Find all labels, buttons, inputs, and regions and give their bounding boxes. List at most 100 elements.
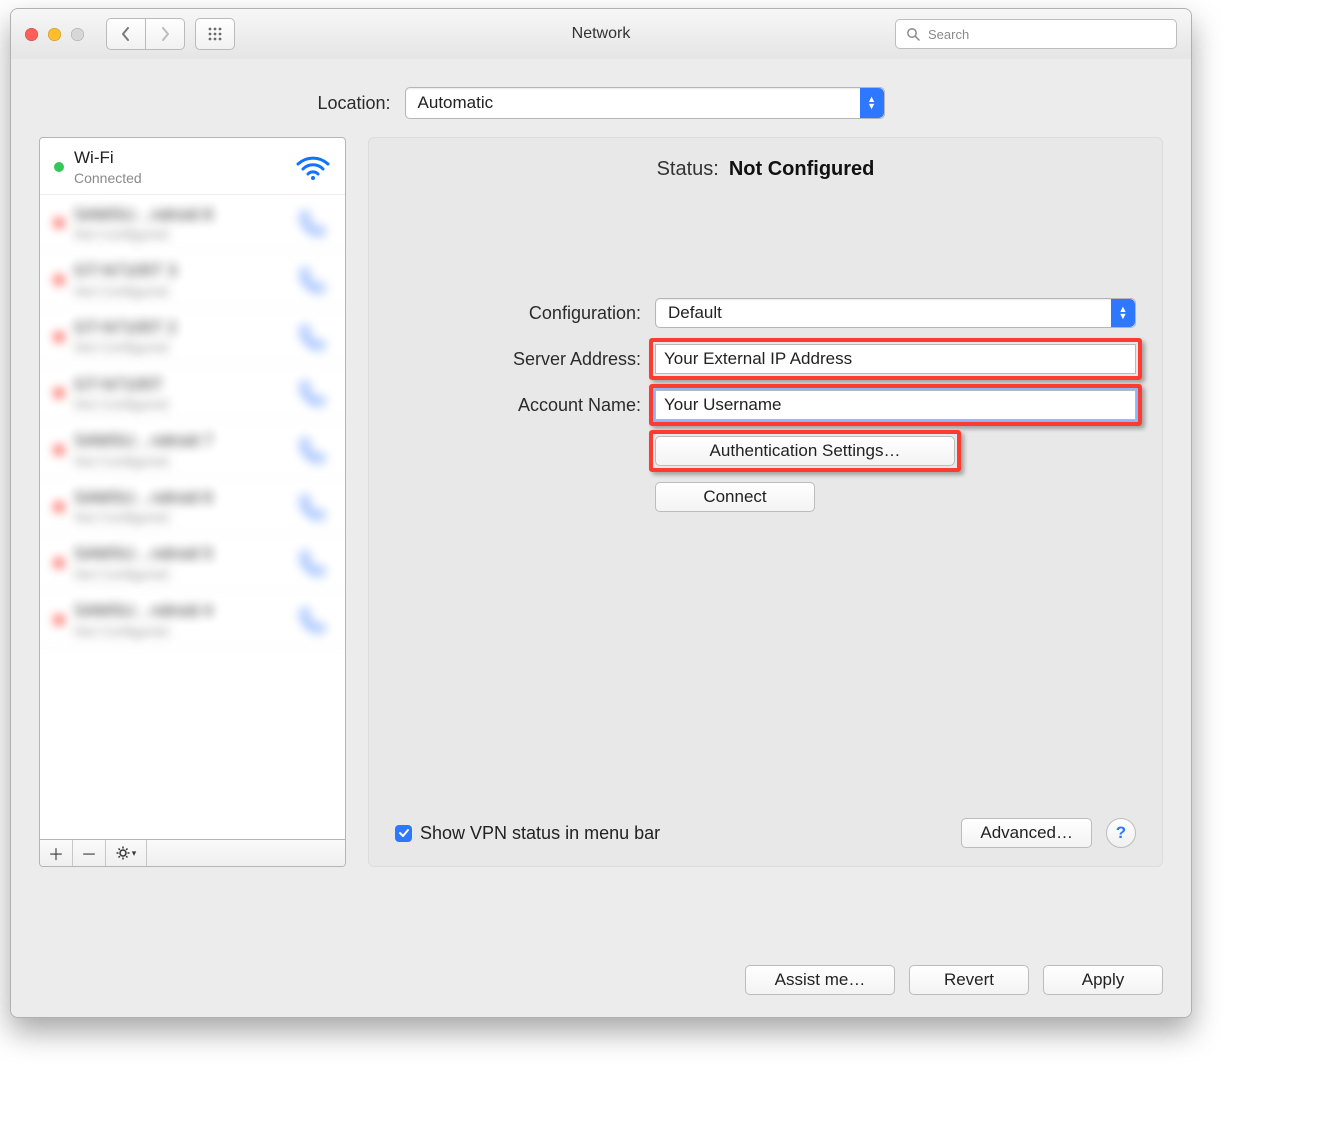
select-stepper-icon: ▲▼ — [860, 88, 884, 118]
chevron-right-icon — [160, 27, 170, 41]
account-name-label: Account Name: — [395, 395, 655, 416]
location-label: Location: — [317, 93, 390, 114]
configuration-label: Configuration: — [395, 303, 655, 324]
status-dot-icon — [54, 445, 64, 455]
phone-icon — [299, 436, 327, 464]
interface-list[interactable]: Wi-Fi Connected — [40, 138, 345, 839]
window-controls — [25, 28, 84, 41]
select-stepper-icon: ▲▼ — [1111, 299, 1135, 327]
wifi-icon — [296, 154, 330, 180]
zoom-window-button[interactable] — [71, 28, 84, 41]
sidebar-item-status: Not Configured — [74, 623, 283, 639]
status-dot-icon — [54, 502, 64, 512]
location-row: Location: Automatic ▲▼ — [39, 77, 1163, 129]
status-dot-icon — [54, 558, 64, 568]
advanced-button[interactable]: Advanced… — [961, 818, 1092, 848]
phone-icon — [299, 493, 327, 521]
configuration-value: Default — [668, 303, 722, 323]
sidebar-item-name: SAMSU…ndroid 7 — [74, 431, 283, 451]
assist-me-button[interactable]: Assist me… — [745, 965, 895, 995]
sidebar-item-status: Not Configured — [74, 509, 283, 525]
chevron-left-icon — [121, 27, 131, 41]
nav-button-group — [106, 18, 185, 50]
sidebar-item-name: GT-N7105T 2 — [74, 318, 283, 338]
apply-button[interactable]: Apply — [1043, 965, 1163, 995]
phone-icon — [299, 606, 327, 634]
add-interface-button[interactable]: ＋ — [40, 840, 73, 866]
dialog-buttons: Assist me… Revert Apply — [745, 965, 1163, 995]
server-address-label: Server Address: — [395, 349, 655, 370]
sidebar-item[interactable]: SAMSU…ndroid 7 Not Configured — [40, 421, 345, 478]
sidebar-item[interactable]: SAMSU…ndroid 4 Not Configured — [40, 591, 345, 648]
forward-button[interactable] — [146, 18, 185, 50]
server-address-input[interactable] — [655, 344, 1136, 374]
status-value: Not Configured — [729, 158, 875, 181]
status-label: Status: — [657, 158, 719, 181]
interface-actions-button[interactable]: ▾ — [106, 840, 147, 866]
titlebar: Network Search — [11, 9, 1191, 60]
status-dot-icon — [54, 162, 64, 172]
revert-button[interactable]: Revert — [909, 965, 1029, 995]
sidebar-item-name: SAMSU…ndroid 8 — [74, 205, 283, 225]
network-preferences-window: Network Search Location: Automatic ▲▼ — [10, 8, 1192, 1018]
status-dot-icon — [54, 275, 64, 285]
gear-icon — [116, 846, 130, 860]
sidebar-item-status: Not Configured — [74, 283, 283, 299]
show-vpn-checkbox[interactable]: Show VPN status in menu bar — [395, 823, 660, 844]
sidebar-item[interactable]: GT-N7105T Not Configured — [40, 365, 345, 422]
vpn-form: Configuration: Default ▲▼ Server Address… — [395, 298, 1136, 528]
authentication-settings-button[interactable]: Authentication Settings… — [655, 436, 955, 466]
status-dot-icon — [54, 332, 64, 342]
search-input[interactable]: Search — [895, 19, 1177, 49]
sidebar-item[interactable]: SAMSU…ndroid 8 Not Configured — [40, 195, 345, 252]
sidebar-item-name: GT-N7105T 3 — [74, 261, 283, 281]
phone-icon — [299, 379, 327, 407]
account-name-input[interactable] — [655, 390, 1136, 420]
phone-icon — [299, 209, 327, 237]
sidebar-item-status: Not Configured — [74, 226, 283, 242]
sidebar-item-name: SAMSU…ndroid 5 — [74, 544, 283, 564]
sidebar-item-status: Not Configured — [74, 566, 283, 582]
location-value: Automatic — [418, 93, 494, 113]
help-button[interactable]: ? — [1106, 818, 1136, 848]
phone-icon — [299, 323, 327, 351]
close-window-button[interactable] — [25, 28, 38, 41]
sidebar-item[interactable]: SAMSU…ndroid 5 Not Configured — [40, 534, 345, 591]
remove-interface-button[interactable]: － — [73, 840, 106, 866]
interface-sidebar: Wi-Fi Connected — [39, 137, 346, 867]
phone-icon — [299, 266, 327, 294]
panel-bottom-row: Show VPN status in menu bar Advanced… ? — [395, 818, 1136, 848]
status-dot-icon — [54, 615, 64, 625]
sidebar-item-name: SAMSU…ndroid 4 — [74, 601, 283, 621]
grid-icon — [207, 26, 223, 42]
back-button[interactable] — [106, 18, 146, 50]
chevron-down-icon: ▾ — [132, 848, 137, 859]
status-row: Status: Not Configured — [395, 158, 1136, 181]
sidebar-item[interactable]: GT-N7105T 2 Not Configured — [40, 308, 345, 365]
sidebar-item[interactable]: SAMSU…ndroid 6 Not Configured — [40, 478, 345, 535]
minimize-window-button[interactable] — [48, 28, 61, 41]
search-placeholder: Search — [928, 27, 969, 42]
configuration-select[interactable]: Default ▲▼ — [655, 298, 1136, 328]
sidebar-item-name: Wi-Fi — [74, 148, 283, 168]
checkbox-icon — [395, 825, 412, 842]
sidebar-item-wifi[interactable]: Wi-Fi Connected — [40, 138, 345, 195]
detail-panel: Status: Not Configured Configuration: De… — [368, 137, 1163, 867]
content-area: Location: Automatic ▲▼ Wi-Fi Connected — [11, 59, 1191, 1017]
show-vpn-label: Show VPN status in menu bar — [420, 823, 660, 844]
sidebar-item-name: SAMSU…ndroid 6 — [74, 488, 283, 508]
phone-icon — [299, 549, 327, 577]
status-dot-icon — [54, 388, 64, 398]
sidebar-item-status: Not Configured — [74, 453, 283, 469]
status-dot-icon — [54, 218, 64, 228]
sidebar-item-status: Not Configured — [74, 396, 283, 412]
sidebar-item[interactable]: GT-N7105T 3 Not Configured — [40, 251, 345, 308]
show-all-button[interactable] — [195, 18, 235, 50]
search-icon — [906, 27, 920, 41]
location-select[interactable]: Automatic ▲▼ — [405, 87, 885, 119]
sidebar-item-name: GT-N7105T — [74, 375, 283, 395]
sidebar-item-status: Connected — [74, 170, 283, 186]
sidebar-item-status: Not Configured — [74, 339, 283, 355]
connect-button[interactable]: Connect — [655, 482, 815, 512]
sidebar-footer: ＋ － ▾ — [40, 839, 345, 866]
